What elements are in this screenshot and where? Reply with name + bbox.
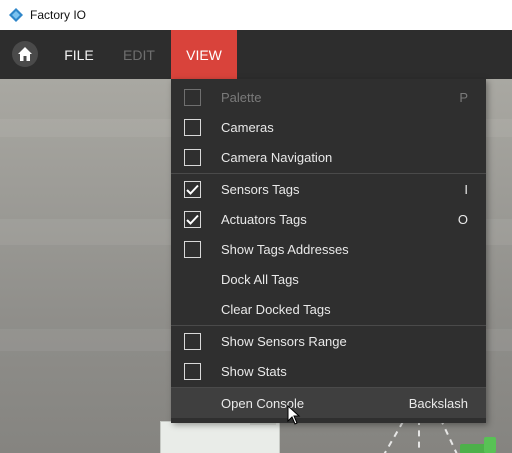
window-titlebar: Factory IO [0, 0, 512, 30]
menu-item-palette[interactable]: Palette P [171, 82, 486, 112]
menu-item-label: Clear Docked Tags [221, 301, 331, 317]
menu-item-show-stats[interactable]: Show Stats [171, 356, 486, 386]
menu-item-label: Sensors Tags [221, 181, 300, 197]
mouse-cursor-icon [287, 405, 301, 425]
scene-dashed-line [382, 421, 404, 453]
menu-item-cameras[interactable]: Cameras [171, 112, 486, 142]
menu-item-shortcut: I [464, 181, 468, 197]
show-tags-addresses-checkbox[interactable] [184, 240, 201, 258]
view-menu-dropdown: Palette P Cameras Camera Navigation Sens… [171, 79, 486, 423]
scene-green-object [484, 437, 496, 453]
menu-item-dock-all-tags[interactable]: Dock All Tags [171, 264, 486, 294]
home-icon [18, 47, 32, 61]
menu-item-actuators-tags[interactable]: Actuators Tags O [171, 204, 486, 234]
menu-item-camera-navigation[interactable]: Camera Navigation [171, 142, 486, 172]
scene-box-object [160, 421, 280, 453]
sensors-tags-checkbox[interactable] [184, 180, 201, 198]
menu-item-shortcut: O [457, 211, 468, 227]
menubar: FILE EDIT VIEW [0, 30, 512, 79]
menu-item-label: Show Sensors Range [221, 333, 347, 349]
menu-item-show-tags-addresses[interactable]: Show Tags Addresses [171, 234, 486, 264]
menu-item-clear-docked-tags[interactable]: Clear Docked Tags [171, 294, 486, 324]
menu-item-label: Dock All Tags [221, 271, 299, 287]
menu-item-sensors-tags[interactable]: Sensors Tags I [171, 174, 486, 204]
menu-item-label: Palette [221, 89, 262, 105]
home-button[interactable] [12, 41, 38, 67]
checkmark-icon [186, 214, 199, 225]
scene-dashed-line [418, 419, 420, 453]
menu-file[interactable]: FILE [52, 30, 106, 79]
menu-item-show-sensors-range[interactable]: Show Sensors Range [171, 326, 486, 356]
menu-item-label: Show Tags Addresses [221, 241, 349, 257]
menu-item-label: Actuators Tags [221, 211, 307, 227]
palette-checkbox[interactable] [184, 88, 201, 106]
checkmark-icon [186, 184, 199, 195]
show-stats-checkbox[interactable] [184, 362, 201, 380]
show-sensors-range-checkbox[interactable] [184, 332, 201, 350]
menu-item-label: Cameras [221, 119, 274, 135]
menu-edit[interactable]: EDIT [110, 30, 168, 79]
actuators-tags-checkbox[interactable] [184, 210, 201, 228]
menu-view[interactable]: VIEW [171, 30, 237, 79]
menu-item-label: Camera Navigation [221, 149, 333, 165]
window-title: Factory IO [30, 8, 87, 22]
factory-io-logo-icon [9, 8, 23, 22]
menu-item-shortcut: Backslash [408, 395, 468, 411]
camera-navigation-checkbox[interactable] [184, 148, 201, 166]
cameras-checkbox[interactable] [184, 118, 201, 136]
menu-item-label: Show Stats [221, 363, 287, 379]
menu-item-shortcut: P [459, 89, 468, 105]
scene-dashed-line [439, 418, 459, 453]
menu-item-open-console[interactable]: Open Console Backslash [171, 388, 486, 418]
